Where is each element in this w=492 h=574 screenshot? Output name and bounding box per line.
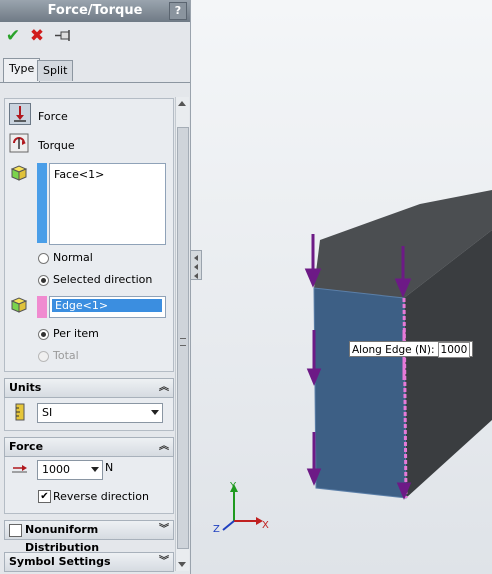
x-axis-label: X [262, 520, 269, 531]
collapse-chevron-icon[interactable]: ︽ [159, 379, 169, 397]
chevron-down-icon[interactable] [151, 410, 159, 415]
tab-bar: Type Split [0, 58, 190, 83]
axis-triad [222, 484, 263, 531]
force-option-label[interactable]: Force [38, 110, 68, 123]
units-title: Units [9, 381, 42, 394]
ruler-icon [10, 402, 30, 422]
force-value-icon [10, 460, 30, 480]
torque-icon[interactable] [9, 133, 29, 153]
chevron-down-icon[interactable] [91, 467, 99, 472]
ok-button[interactable]: ✔ [3, 26, 23, 46]
total-radio [38, 351, 49, 362]
property-manager-panel: Force/Torque ? ✔ ✖ Type Split Force Torq… [0, 0, 191, 574]
force-value-text: 1000 [42, 463, 70, 476]
per-item-radio[interactable] [38, 329, 49, 340]
tab-split[interactable]: Split [37, 60, 74, 81]
direction-reference-icon [9, 295, 29, 315]
force-title: Force [9, 440, 44, 453]
force-icon[interactable] [9, 103, 31, 125]
scroll-up-icon[interactable] [178, 101, 186, 106]
panel-title-text: Force/Torque [47, 3, 143, 18]
force-header[interactable]: Force ︽ [4, 437, 174, 457]
panel-toolbar: ✔ ✖ [0, 24, 190, 50]
scroll-thumb[interactable] [177, 127, 189, 549]
y-axis-label: Y [229, 481, 237, 492]
callout-value[interactable]: 1000 [437, 342, 471, 358]
panel-title: Force/Torque ? [0, 0, 190, 22]
model-view[interactable]: Y X Z [191, 0, 492, 574]
normal-label[interactable]: Normal [53, 251, 93, 264]
edge-selection-item[interactable]: Edge<1> [52, 299, 162, 312]
tab-type[interactable]: Type [3, 58, 41, 82]
per-item-label[interactable]: Per item [53, 327, 99, 340]
expand-chevron-icon[interactable]: ︾ [159, 521, 169, 539]
nonuniform-header[interactable]: Nonuniform Distribution ︾ [4, 520, 174, 554]
units-select-value: SI [42, 406, 53, 419]
collapse-chevron-icon[interactable]: ︽ [159, 438, 169, 456]
force-group: 1000 N ✔ Reverse direction [4, 457, 174, 514]
force-unit-label: N [105, 461, 114, 474]
panel-splitter-handle[interactable] [190, 250, 202, 280]
panel-scrollbar[interactable] [175, 97, 189, 571]
scroll-down-icon[interactable] [178, 562, 186, 567]
nonuniform-checkbox[interactable] [9, 524, 22, 537]
face-selection-item[interactable]: Face<1> [54, 168, 104, 181]
edge-selection-list[interactable]: Edge<1> [49, 296, 166, 318]
total-label: Total [53, 349, 79, 362]
force-callout[interactable]: Along Edge (N): 1000 [349, 341, 474, 358]
callout-label: Along Edge (N): [352, 344, 435, 356]
face-color-swatch [37, 163, 47, 243]
cancel-button[interactable]: ✖ [27, 26, 47, 46]
z-axis-label: Z [213, 524, 220, 535]
units-select[interactable]: SI [37, 403, 163, 423]
reverse-direction-checkbox[interactable]: ✔ [38, 490, 51, 503]
normal-radio[interactable] [38, 253, 49, 264]
torque-option-label[interactable]: Torque [38, 139, 75, 152]
face-selection-list[interactable]: Face<1> [49, 163, 166, 245]
grip-icon [180, 338, 186, 346]
graphics-viewport[interactable]: Y X Z [191, 0, 492, 574]
symbol-settings-header[interactable]: Symbol Settings ︾ [4, 552, 174, 572]
selected-face[interactable] [313, 287, 407, 499]
units-header[interactable]: Units ︽ [4, 378, 174, 398]
selected-direction-label[interactable]: Selected direction [53, 273, 152, 286]
pin-icon[interactable] [53, 26, 73, 46]
force-value-input[interactable]: 1000 [37, 460, 103, 480]
selected-direction-radio[interactable] [38, 275, 49, 286]
edge-color-swatch [37, 296, 47, 318]
units-group: SI [4, 398, 174, 431]
symbol-settings-title: Symbol Settings [9, 555, 111, 568]
type-group: Force Torque Face<1> Normal Selected dir… [4, 98, 174, 372]
help-button[interactable]: ? [169, 2, 187, 20]
reverse-direction-label[interactable]: Reverse direction [53, 490, 149, 503]
face-selection-icon [9, 163, 29, 183]
expand-chevron-icon[interactable]: ︾ [159, 553, 169, 571]
